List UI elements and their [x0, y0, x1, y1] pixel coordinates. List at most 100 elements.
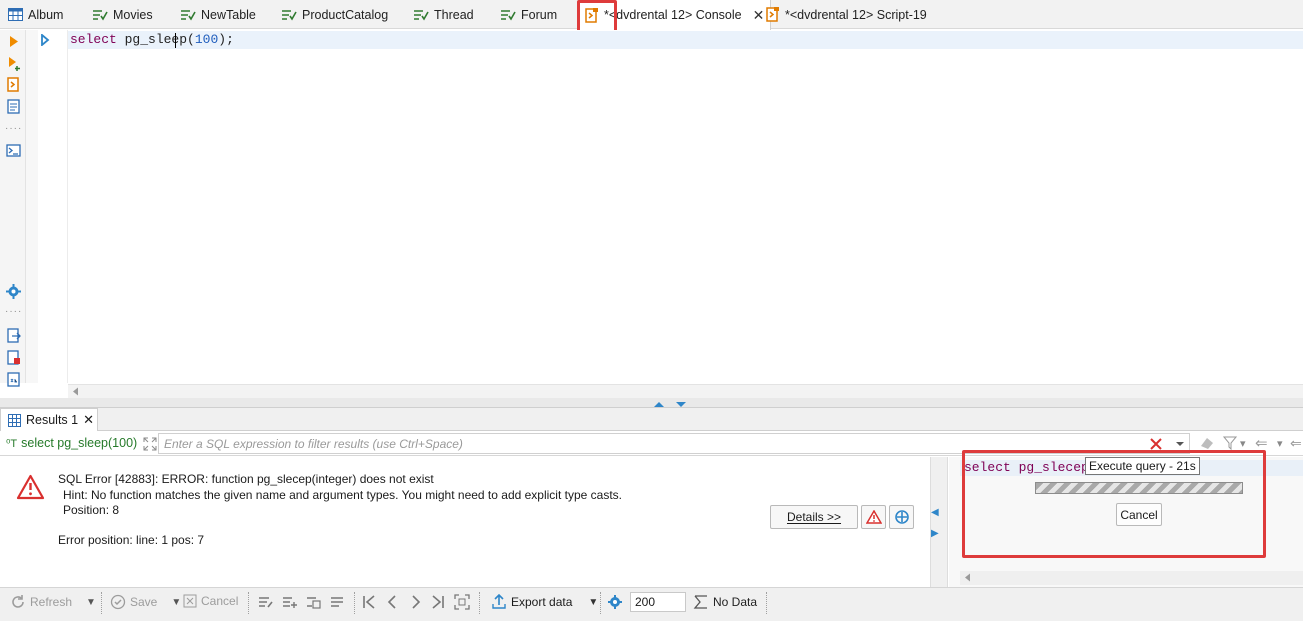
- sql-script-icon: [766, 7, 779, 22]
- sql-editor[interactable]: [26, 30, 1303, 383]
- text-cursor: [175, 33, 176, 48]
- toolbar-separator: [101, 592, 102, 614]
- tab-label: *<dvdrental 12> Console: [604, 8, 742, 22]
- scroll-left-icon[interactable]: [964, 573, 972, 582]
- table-icon: [8, 8, 23, 21]
- save-dropdown-icon[interactable]: ▼: [171, 597, 181, 608]
- sql-close: );: [218, 32, 234, 47]
- tab-label: Thread: [434, 7, 474, 22]
- edit-row-icon[interactable]: [258, 594, 274, 610]
- check-circle-icon: [110, 594, 126, 610]
- refresh-dropdown-icon[interactable]: ▼: [86, 597, 96, 608]
- gear-icon[interactable]: [607, 594, 623, 610]
- highlight-execution-progress: [962, 450, 1266, 558]
- details-button-label: Details >>: [786, 510, 842, 524]
- tab-results-1[interactable]: Results 1 ✕: [0, 408, 98, 431]
- results-tab-label: Results 1: [26, 413, 79, 427]
- tab-newtable[interactable]: NewTable: [174, 0, 262, 29]
- tab-script-19[interactable]: *<dvdrental 12> Script-19: [760, 0, 933, 29]
- explain-plan-icon[interactable]: [6, 99, 21, 114]
- save-button[interactable]: Save ▼: [110, 594, 181, 610]
- results-side-toggle[interactable]: [930, 457, 948, 587]
- view-icon: [181, 9, 196, 21]
- error-title: SQL Error [42883]: ERROR: function pg_sl…: [58, 472, 434, 486]
- export-data-button[interactable]: Export data ▼: [491, 594, 598, 610]
- next-page-icon[interactable]: [410, 594, 422, 610]
- maximize-restore-icon[interactable]: [652, 400, 688, 408]
- execute-in-new-tab-icon[interactable]: [6, 56, 21, 71]
- history-dropdown-icon[interactable]: ▾: [1277, 437, 1283, 450]
- filter-placeholder: Enter a SQL expression to filter results…: [164, 436, 463, 451]
- filter-dropdown-icon[interactable]: ▾: [1240, 437, 1246, 450]
- tab-productcatalog[interactable]: ProductCatalog: [275, 0, 394, 29]
- current-line-highlight: [68, 31, 1303, 49]
- editor-horizontal-scrollbar[interactable]: [68, 384, 1303, 398]
- xml-file-icon[interactable]: [6, 372, 21, 387]
- expand-icon[interactable]: [143, 437, 157, 451]
- export-data-label: Export data: [511, 595, 573, 609]
- export-dropdown-icon[interactable]: ▼: [588, 597, 598, 608]
- execute-statement-icon[interactable]: [6, 34, 21, 49]
- view-icon: [93, 9, 108, 21]
- clear-filter-icon[interactable]: [1149, 437, 1163, 451]
- row-count-indicator[interactable]: No Data: [693, 594, 757, 610]
- sigma-filter-icon: [693, 595, 707, 609]
- close-results-tab-icon[interactable]: ✕: [83, 412, 94, 428]
- sql-keyword: select: [70, 32, 117, 47]
- filter-history-dropdown-icon[interactable]: [1173, 439, 1187, 449]
- warning-icon: [865, 510, 882, 524]
- line-number-ruler: [38, 30, 68, 383]
- delete-row-icon[interactable]: [330, 594, 346, 610]
- file-lock-icon[interactable]: [6, 350, 21, 365]
- refresh-icon: [12, 595, 24, 608]
- gear-icon[interactable]: [6, 284, 21, 299]
- export-icon: [492, 594, 506, 609]
- collapse-panel-icon[interactable]: ◀: [931, 507, 939, 518]
- search-online-button[interactable]: [889, 505, 914, 529]
- fetch-size-input[interactable]: 200: [630, 592, 686, 612]
- first-page-icon[interactable]: [362, 594, 376, 610]
- tab-forum[interactable]: Forum: [494, 0, 563, 29]
- export-icon[interactable]: [6, 328, 21, 343]
- tab-album[interactable]: Album: [2, 0, 69, 29]
- query-label-text: select pg_sleep(100): [21, 436, 138, 450]
- expand-panel-icon[interactable]: ▶: [931, 528, 939, 539]
- refresh-button[interactable]: Refresh ▼: [10, 594, 96, 610]
- sql-function-name: pg_sleep: [124, 32, 188, 47]
- details-button[interactable]: Details >>: [770, 505, 858, 529]
- eraser-icon[interactable]: [1199, 436, 1215, 450]
- crosshair-icon: [894, 510, 909, 524]
- separator-dots: ····: [5, 123, 23, 134]
- add-row-icon[interactable]: [282, 594, 298, 610]
- tab-label: *<dvdrental 12> Script-19: [785, 7, 927, 22]
- copy-row-icon[interactable]: [306, 594, 322, 610]
- cancel-button[interactable]: Cancel: [183, 594, 238, 608]
- tab-label: Movies: [113, 7, 153, 22]
- results-tab-strip: [98, 408, 1303, 431]
- sql-query-text[interactable]: select pg_sleep(100);: [70, 32, 234, 48]
- fetch-all-icon[interactable]: [454, 594, 470, 610]
- refresh-label: Refresh: [30, 595, 73, 609]
- tab-thread[interactable]: Thread: [407, 0, 480, 29]
- log-horizontal-scrollbar[interactable]: [960, 571, 1303, 585]
- toolbar-separator: [479, 592, 480, 614]
- view-icon: [282, 9, 297, 21]
- annotation-ruler: [26, 30, 38, 383]
- console-icon[interactable]: [6, 143, 21, 158]
- scroll-left-icon[interactable]: [72, 387, 80, 396]
- view-icon: [414, 9, 429, 21]
- separator-dots: ····: [5, 306, 23, 317]
- query-label[interactable]: ⁰T select pg_sleep(100): [6, 436, 137, 450]
- tab-label: Album: [28, 7, 64, 22]
- error-log-button[interactable]: [861, 505, 886, 529]
- forward-arrow-icon[interactable]: ⇐: [1290, 435, 1302, 452]
- tab-movies[interactable]: Movies: [86, 0, 159, 29]
- sql-text-icon: ⁰T: [6, 437, 18, 450]
- filter-icon[interactable]: [1223, 436, 1237, 450]
- fetch-size-value: 200: [635, 595, 656, 609]
- last-page-icon[interactable]: [431, 594, 445, 610]
- previous-page-icon[interactable]: [386, 594, 398, 610]
- tab-label: Forum: [521, 7, 558, 22]
- execute-script-icon[interactable]: [6, 77, 21, 92]
- sql-paren: (: [187, 32, 195, 47]
